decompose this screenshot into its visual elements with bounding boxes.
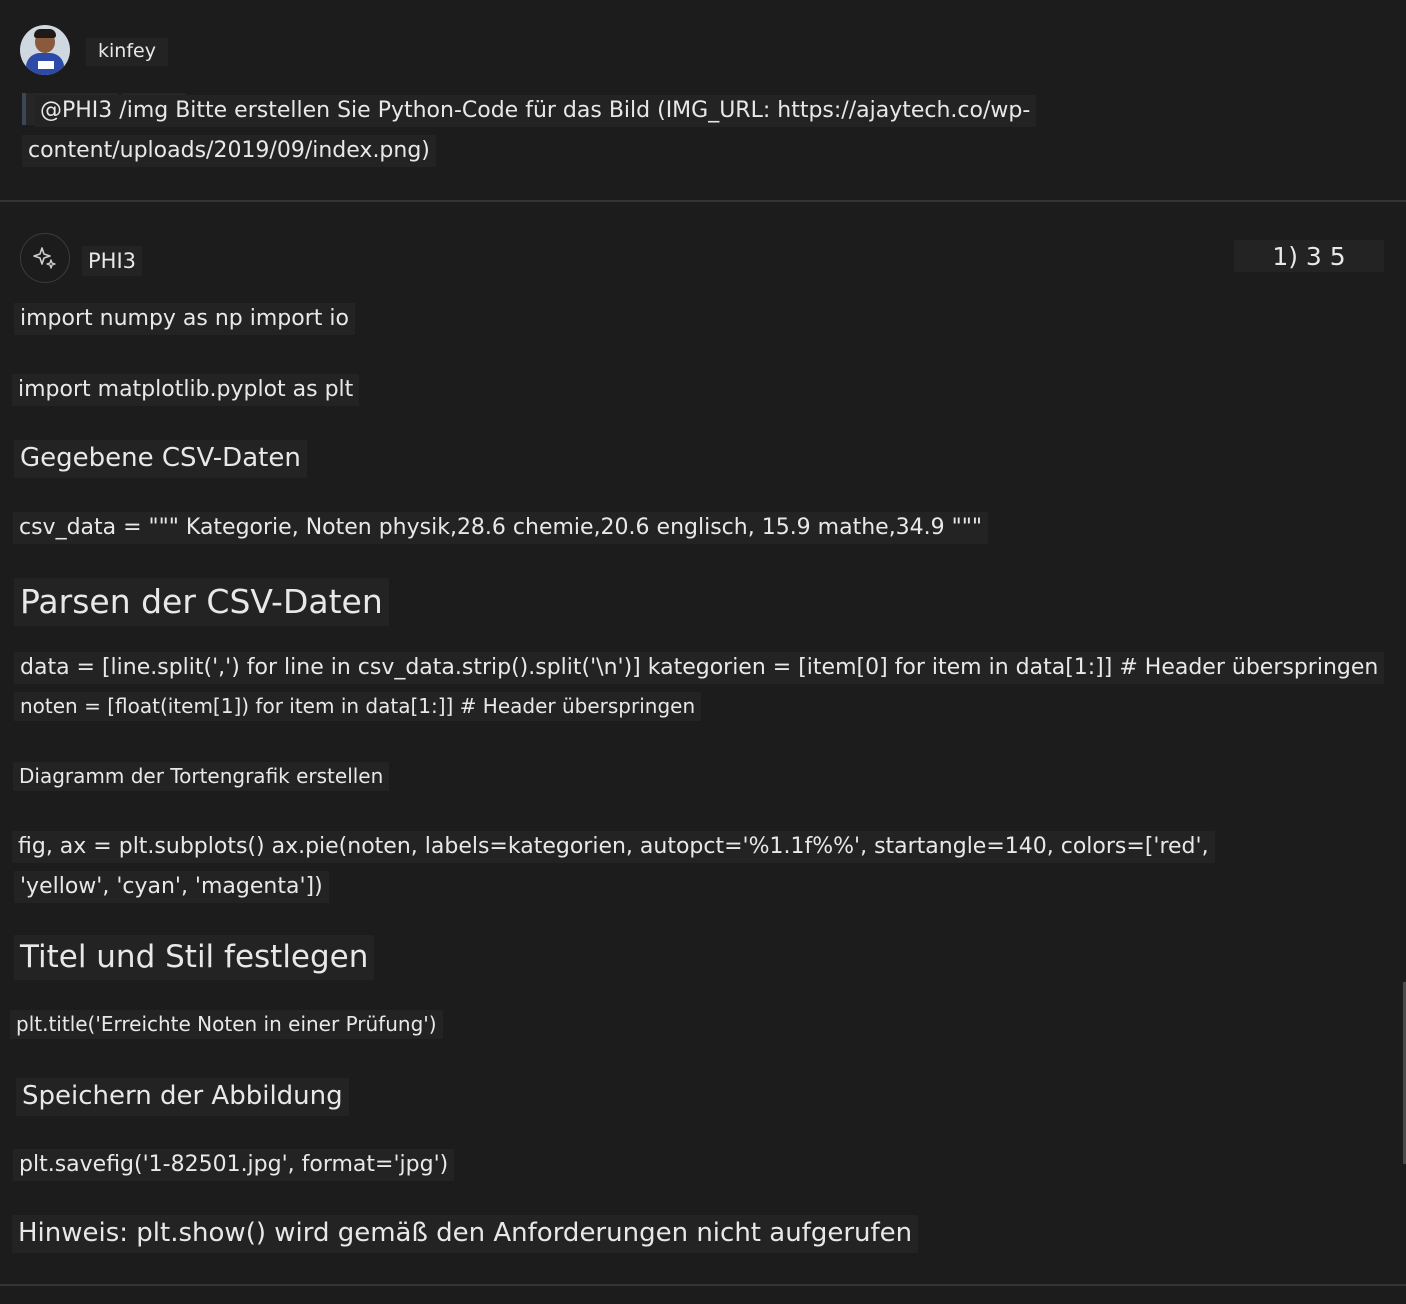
user-message-line-2: content/uploads/2019/09/index.png) [22,135,436,167]
user-avatar [20,25,70,75]
response-heading: Speichern der Abbildung [16,1078,349,1116]
response-code-line: import matplotlib.pyplot as plt [12,374,360,406]
assistant-name: PHI3 [82,246,143,277]
response-code-line: plt.savefig('1-82501.jpg', format='jpg') [13,1149,455,1181]
response-code-line: fig, ax = plt.subplots() ax.pie(noten, l… [12,831,1215,863]
response-code-line: noten = [float(item[1]) for item in data… [14,692,702,721]
response-code-line: data = [line.split(',') for line in csv_… [14,652,1385,684]
sparkle-icon [20,233,70,283]
response-code-line: import numpy as np import io [14,303,355,335]
message-divider [0,200,1406,202]
message-divider [0,1284,1406,1286]
response-heading: Diagramm der Tortengrafik erstellen [13,762,390,791]
response-code-line: plt.title('Erreichte Noten in einer Prüf… [10,1010,443,1039]
response-heading: Titel und Stil festlegen [14,935,375,980]
user-name: kinfey [86,38,168,66]
response-heading: Gegebene CSV-Daten [14,440,307,478]
response-code-line: 'yellow', 'cyan', 'magenta']) [14,871,329,903]
response-heading: Parsen der CSV-Daten [14,578,389,626]
response-heading: Hinweis: plt.show() wird gemäß den Anfor… [12,1215,919,1253]
response-code-line: csv_data = """ Kategorie, Noten physik,2… [13,512,989,544]
response-counter[interactable]: 1) 3 5 [1234,240,1384,272]
user-message-line-1: @PHI3 /img Bitte erstellen Sie Python-Co… [34,95,1037,127]
